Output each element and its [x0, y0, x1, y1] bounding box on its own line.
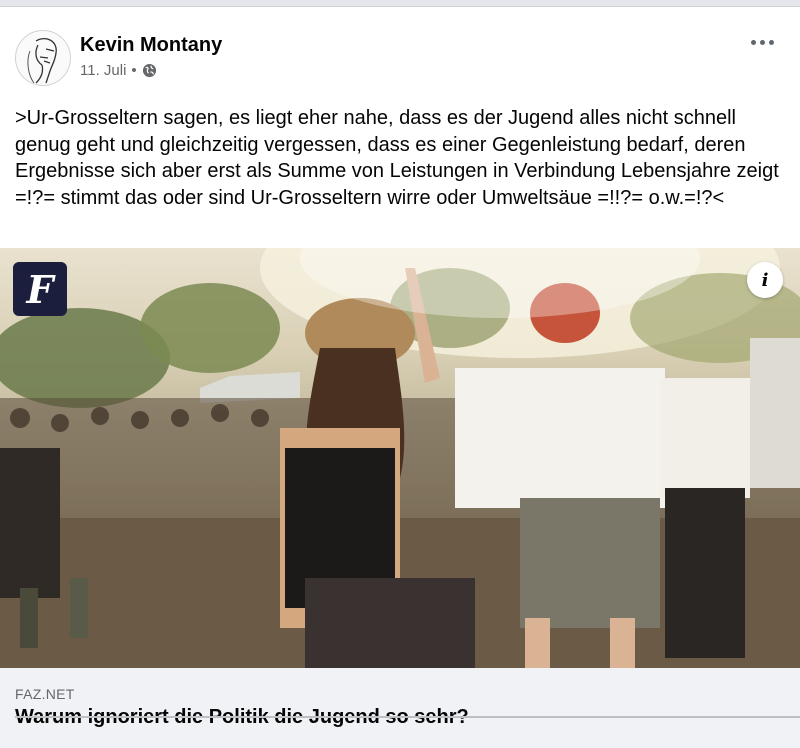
link-preview-image[interactable]: F i: [0, 248, 800, 668]
post-header: Kevin Montany 11. Juli •: [15, 30, 785, 90]
meta-separator: •: [131, 62, 137, 79]
link-caption[interactable]: FAZ.NET Warum ignoriert die Politik die …: [0, 668, 800, 748]
publisher-logo: F: [13, 262, 67, 316]
info-button[interactable]: i: [747, 262, 783, 298]
link-preview-card[interactable]: F i FAZ.NET Warum ignoriert die Politik …: [0, 248, 800, 748]
more-horizontal-icon: [750, 39, 756, 45]
bottom-divider: [15, 716, 800, 718]
post-date[interactable]: 11. Juli: [80, 62, 126, 79]
globe-icon: [142, 63, 157, 78]
top-divider-line: [0, 6, 800, 7]
post-meta: 11. Juli •: [80, 62, 157, 79]
post-text: >Ur-Grosseltern sagen, es liegt eher nah…: [15, 107, 785, 209]
more-dot: [759, 39, 765, 45]
link-domain: FAZ.NET: [15, 686, 75, 702]
author-name[interactable]: Kevin Montany: [80, 34, 222, 57]
avatar[interactable]: [15, 30, 71, 86]
more-options-button[interactable]: [747, 32, 777, 52]
more-dot: [768, 39, 774, 45]
